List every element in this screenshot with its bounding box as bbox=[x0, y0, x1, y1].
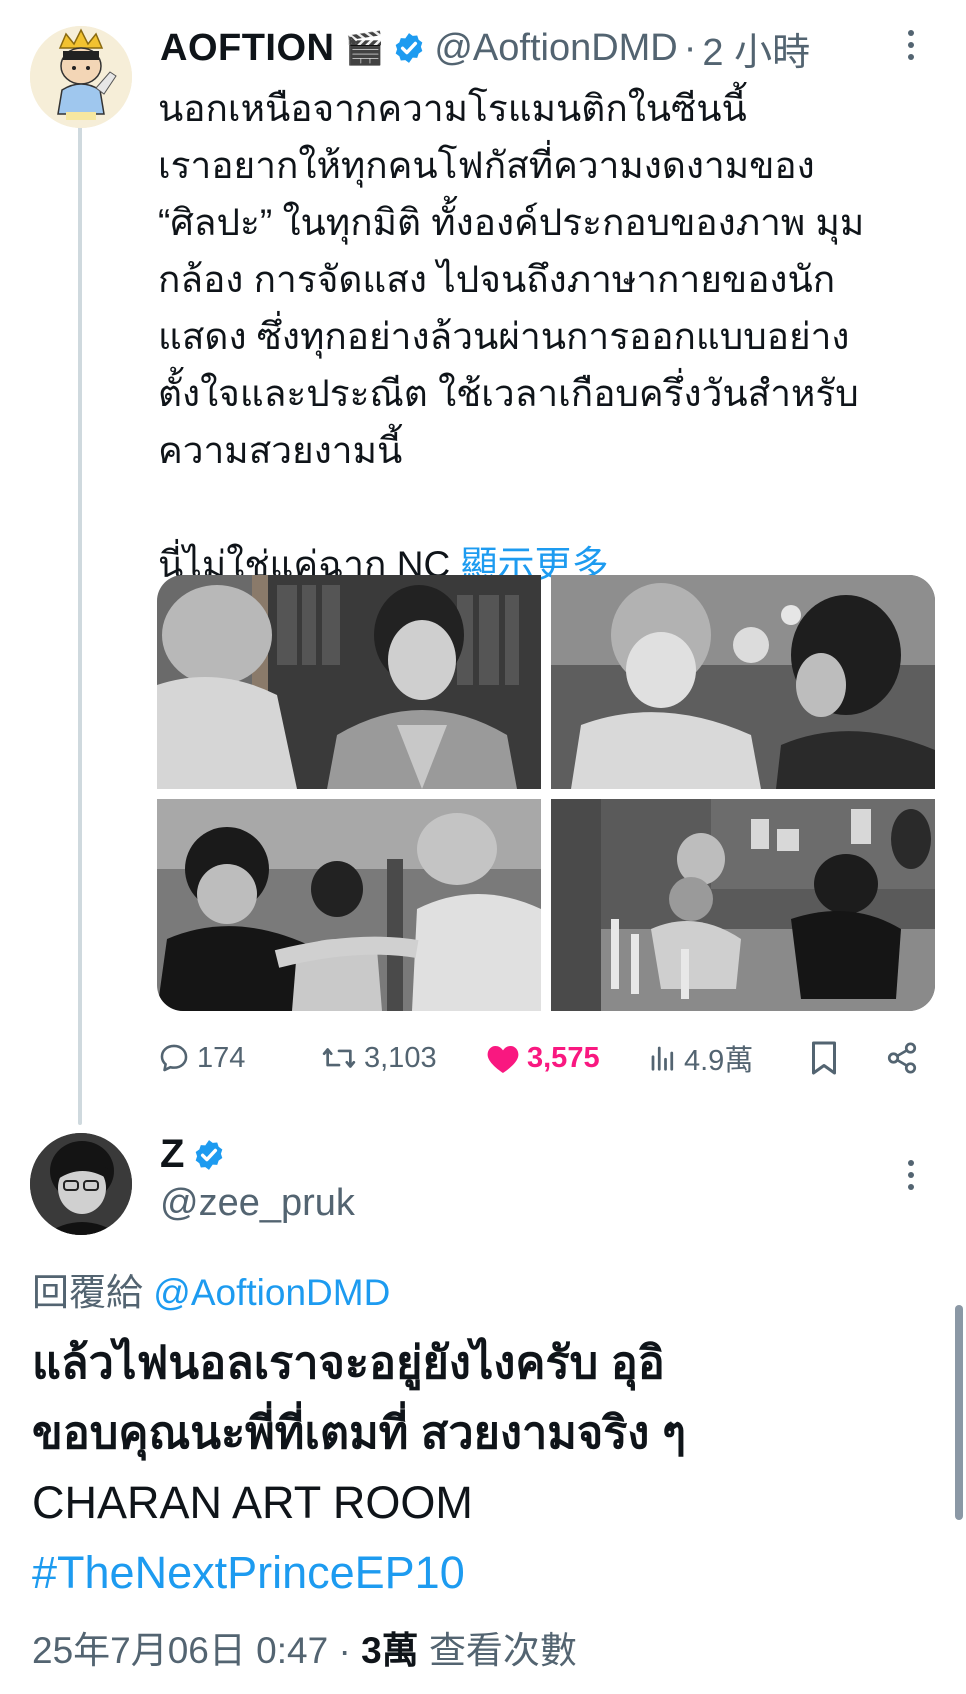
photo-2[interactable] bbox=[551, 575, 935, 789]
reply-meta: 25年7月06日 0:47 · 3萬 查看次數 bbox=[32, 1620, 577, 1674]
cartoon-avatar-icon bbox=[30, 26, 132, 128]
reply-author-handle[interactable]: @zee_pruk bbox=[160, 1182, 355, 1225]
separator-dot: · bbox=[683, 26, 697, 69]
like-action[interactable]: 3,575 bbox=[485, 1030, 600, 1086]
separator-dot: · bbox=[338, 1630, 362, 1671]
tweet-text-line: ตั้งใจและประณีต ใช้เวลาเกือบครึ่งวันสำหร… bbox=[158, 373, 859, 414]
replying-to-link[interactable]: @AoftionDMD bbox=[153, 1272, 390, 1313]
scrollbar[interactable] bbox=[955, 1305, 963, 1520]
reply-views-count: 3萬 bbox=[361, 1630, 419, 1671]
bookmark-icon bbox=[812, 1041, 836, 1075]
retweet-count: 3,103 bbox=[364, 1041, 437, 1074]
share-action[interactable] bbox=[885, 1030, 919, 1086]
reply-views-label: 查看次數 bbox=[428, 1630, 577, 1671]
author-name[interactable]: AOFTION bbox=[160, 27, 334, 70]
reply-author-avatar[interactable] bbox=[30, 1133, 132, 1235]
reply-text-line: CHARAN ART ROOM bbox=[32, 1477, 473, 1528]
profile-photo bbox=[30, 1133, 132, 1235]
verified-badge-icon bbox=[196, 1139, 223, 1170]
photo-3[interactable] bbox=[157, 799, 541, 1011]
heart-filled-icon bbox=[487, 1046, 519, 1073]
tweet-text-line: นอกเหนือจากความโรแมนติกในซีนนี้ bbox=[158, 88, 747, 129]
views-chart-icon bbox=[651, 1046, 674, 1071]
action-bar: 174 3,103 3,575 4.9萬 bbox=[155, 1030, 925, 1086]
views-count: 4.9萬 bbox=[684, 1045, 754, 1077]
bookmark-action[interactable] bbox=[808, 1030, 840, 1086]
more-options-icon[interactable] bbox=[904, 1160, 918, 1190]
reply-text-line: ขอบคุณนะพี่ที่เตมที่ สวยงามจริง ๆ bbox=[32, 1407, 687, 1458]
reply-date[interactable]: 25年7月06日 0:47 bbox=[32, 1630, 328, 1671]
retweet-action[interactable]: 3,103 bbox=[320, 1030, 437, 1086]
more-options-icon[interactable] bbox=[904, 30, 918, 60]
reply-text: แล้วไฟนอลเราจะอยู่ยังไงครับ อุอิ ขอบคุณน… bbox=[32, 1328, 932, 1608]
tweet-text-line: กล้อง การจัดแสง ไปจนถึงภาษากายของนัก bbox=[158, 259, 836, 300]
clapperboard-icon: 🎬 bbox=[344, 30, 385, 66]
tweet-time[interactable]: 2 小時 bbox=[702, 21, 810, 76]
like-count: 3,575 bbox=[527, 1041, 600, 1074]
comment-icon bbox=[160, 1044, 188, 1072]
author-handle[interactable]: @AoftionDMD bbox=[434, 27, 677, 70]
verified-badge-icon bbox=[396, 33, 423, 63]
retweet-icon bbox=[322, 1048, 356, 1068]
tweet-text-line: เราอยากให้ทุกคนโฟกัสที่ความงดงามของ bbox=[158, 145, 815, 186]
share-icon bbox=[887, 1042, 917, 1074]
reply-header: Z bbox=[160, 1132, 226, 1177]
tweet-text: นอกเหนือจากความโรแมนติกในซีนนี้ เราอยากใ… bbox=[158, 80, 938, 593]
author-avatar[interactable] bbox=[30, 26, 132, 128]
reply-text-line: แล้วไฟนอลเราจะอยู่ยังไงครับ อุอิ bbox=[32, 1337, 665, 1388]
views-action[interactable]: 4.9萬 bbox=[648, 1030, 753, 1086]
replying-label: 回覆給 bbox=[32, 1272, 143, 1313]
reply-author-name[interactable]: Z bbox=[160, 1132, 184, 1177]
tweet-header: AOFTION 🎬 @AoftionDMD · 2 小時 bbox=[160, 20, 810, 76]
tweet-text-line: แสดง ซึ่งทุกอย่างล้วนผ่านการออกแบบอย่าง bbox=[158, 316, 850, 357]
photo-1[interactable] bbox=[157, 575, 541, 789]
tweet-text-line: “ศิลปะ” ในทุกมิติ ทั้งองค์ประกอบของภาพ ม… bbox=[158, 202, 865, 243]
reply-action[interactable]: 174 bbox=[157, 1030, 245, 1086]
media-grid bbox=[157, 575, 935, 1011]
photo-4[interactable] bbox=[551, 799, 935, 1011]
reply-count: 174 bbox=[197, 1041, 246, 1074]
tweet-text-line: ความสวยงามนี้ bbox=[158, 430, 403, 471]
hashtag-link[interactable]: #TheNextPrinceEP10 bbox=[32, 1538, 932, 1608]
replying-to: 回覆給 @AoftionDMD bbox=[32, 1262, 390, 1316]
thread-connector bbox=[78, 125, 82, 1125]
